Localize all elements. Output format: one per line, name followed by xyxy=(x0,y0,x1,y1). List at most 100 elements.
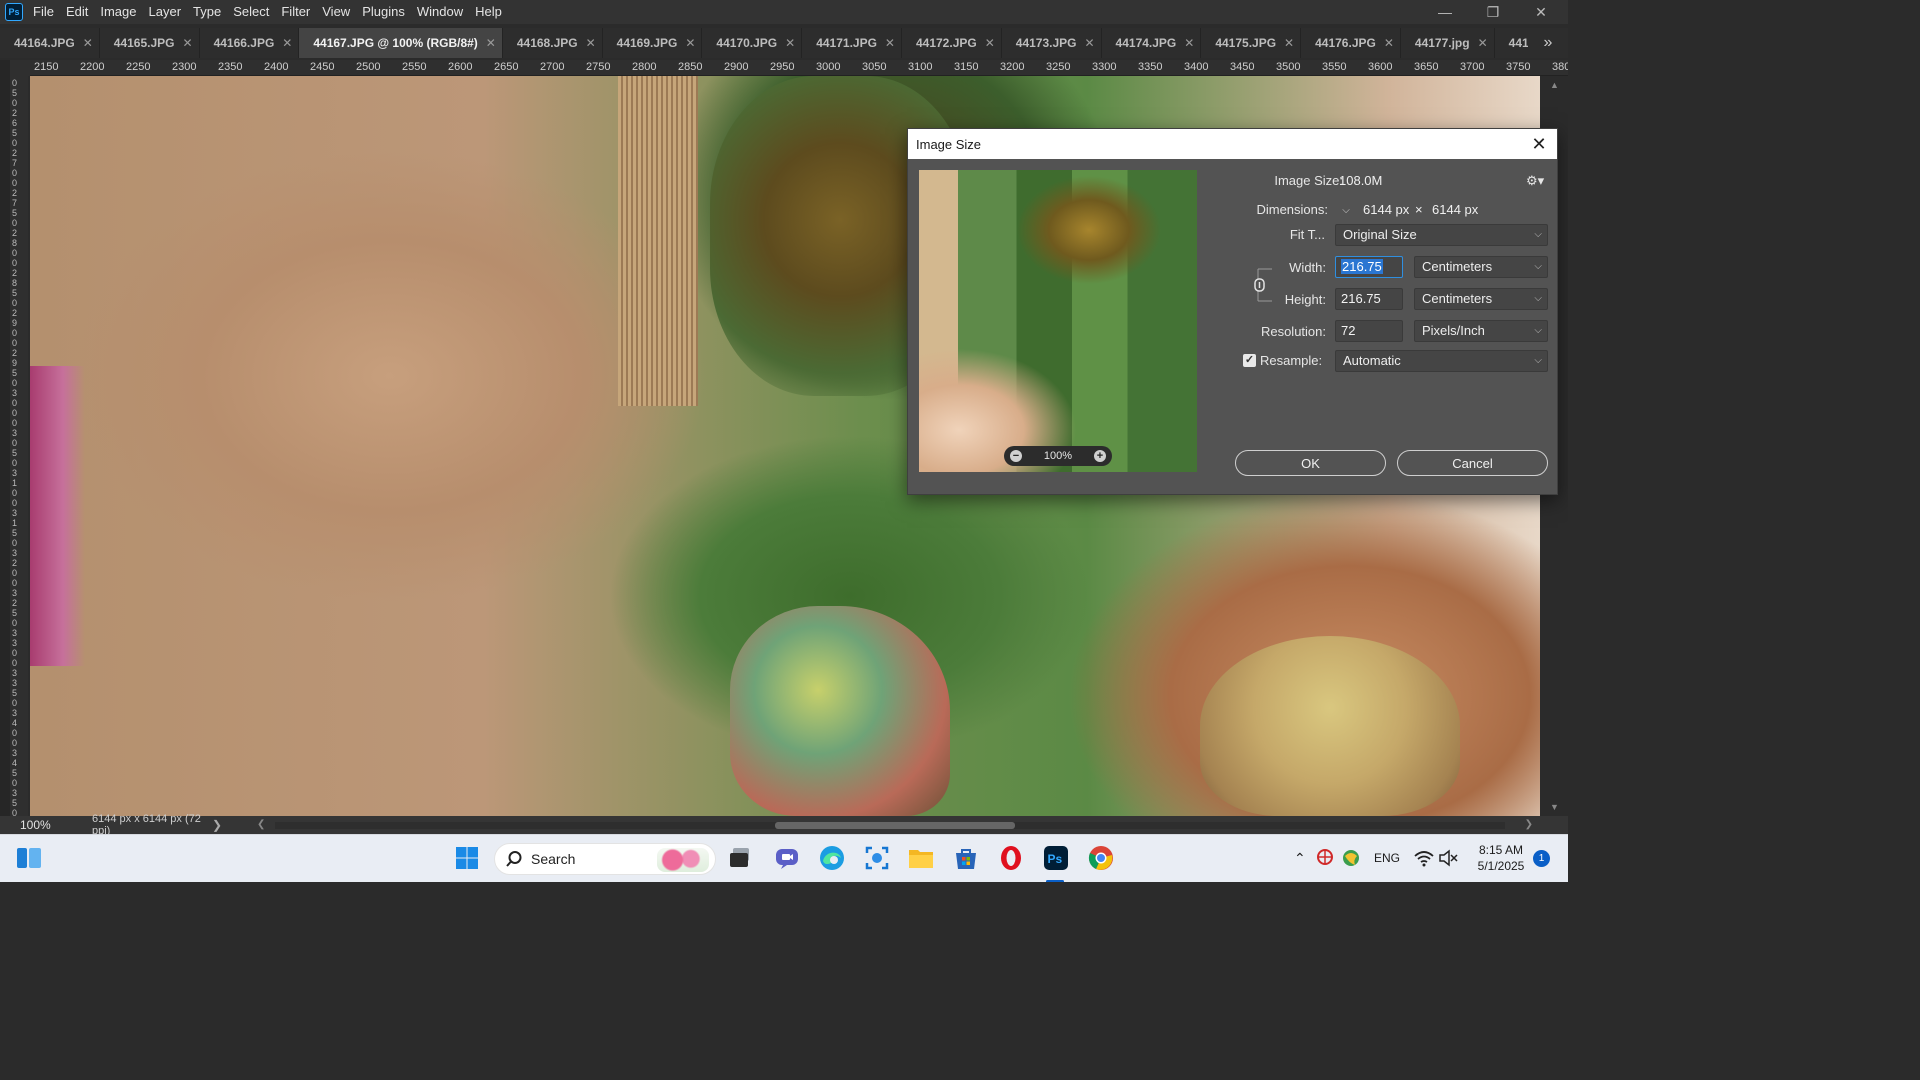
file-explorer-icon[interactable] xyxy=(908,845,934,871)
document-tab[interactable]: 44167.JPG @ 100% (RGB/8#) ✕ xyxy=(299,28,503,58)
image-preview[interactable]: − 100% + xyxy=(919,170,1197,472)
document-tab[interactable]: 44172.JPG ✕ xyxy=(902,28,1002,58)
document-tab[interactable]: 44166.JPG ✕ xyxy=(200,28,300,58)
scroll-left-icon[interactable]: ❮ xyxy=(257,819,265,830)
document-tab[interactable]: 44173.JPG ✕ xyxy=(1002,28,1102,58)
ruler-tick-digit: 6 xyxy=(12,118,18,128)
start-windows-icon[interactable] xyxy=(454,845,480,871)
menu-type[interactable]: Type xyxy=(191,0,229,24)
width-input[interactable]: 216.75 xyxy=(1335,256,1403,278)
notification-badge[interactable]: 1 xyxy=(1533,850,1550,867)
vpn-globe-icon[interactable] xyxy=(1316,848,1334,866)
tab-close-icon[interactable]: ✕ xyxy=(885,36,895,50)
input-language-indicator[interactable]: ENG xyxy=(1374,851,1400,865)
show-hidden-icons-icon[interactable]: ⌃ xyxy=(1294,850,1306,867)
tab-close-icon[interactable]: ✕ xyxy=(83,36,93,50)
ruler-tick-label: 2400 xyxy=(264,61,289,73)
resample-checkbox[interactable]: ✓ xyxy=(1243,354,1256,367)
ruler-tick-label: 2650 xyxy=(494,61,519,73)
document-tab[interactable]: 44168.JPG ✕ xyxy=(503,28,603,58)
dialog-titlebar[interactable]: Image Size ✕ xyxy=(908,129,1557,159)
settings-gear-icon[interactable]: ⚙▾ xyxy=(1526,173,1544,189)
menu-view[interactable]: View xyxy=(320,0,358,24)
photoshop-taskbar-icon[interactable]: Ps xyxy=(1043,845,1069,871)
horizontal-scroll-thumb[interactable] xyxy=(775,822,1015,829)
document-tab[interactable]: 44170.JPG ✕ xyxy=(702,28,803,58)
tab-close-icon[interactable]: ✕ xyxy=(282,36,292,50)
horizontal-ruler[interactable]: 2150 2200 2250 2300 2350 2400 2450 2500 2550 2600… xyxy=(30,60,1568,76)
volume-muted-icon[interactable] xyxy=(1438,849,1458,867)
menu-plugins[interactable]: Plugins xyxy=(360,0,413,24)
chrome-browser-icon[interactable] xyxy=(1088,845,1114,871)
zoom-level-field[interactable]: 100% xyxy=(0,818,62,832)
ruler-tick-label: 2350 xyxy=(218,61,243,73)
document-tab[interactable]: 44174.JPG ✕ xyxy=(1102,28,1202,58)
menu-image[interactable]: Image xyxy=(98,0,144,24)
resolution-unit-select[interactable]: Pixels/Inch ⌵ xyxy=(1414,320,1548,342)
zoom-in-icon[interactable]: + xyxy=(1093,450,1106,462)
vertical-ruler[interactable]: 0502650270027502800285029002950300030503… xyxy=(10,76,28,816)
edge-browser-icon[interactable] xyxy=(819,845,845,871)
task-view-icon[interactable] xyxy=(727,845,753,871)
zoom-out-icon[interactable]: − xyxy=(1010,450,1022,462)
menu-window[interactable]: Window xyxy=(415,0,471,24)
height-unit-select[interactable]: Centimeters ⌵ xyxy=(1414,288,1548,310)
tab-close-icon[interactable]: ✕ xyxy=(586,36,596,50)
scroll-down-icon[interactable]: ▼ xyxy=(1550,802,1559,812)
resample-select[interactable]: Automatic ⌵ xyxy=(1335,350,1548,372)
ruler-origin[interactable] xyxy=(10,60,30,76)
ruler-tick-digit: 3 xyxy=(12,638,18,648)
photoshop-logo-icon[interactable]: Ps xyxy=(5,3,23,21)
tab-close-icon[interactable]: ✕ xyxy=(486,36,496,50)
cancel-button[interactable]: Cancel xyxy=(1397,450,1548,476)
widgets-icon[interactable] xyxy=(16,845,42,871)
restore-button[interactable]: ❐ xyxy=(1470,0,1516,24)
resolution-input[interactable]: 72 xyxy=(1335,320,1403,342)
taskbar-clock[interactable]: 8:15 AM 5/1/2025 xyxy=(1472,842,1530,874)
tab-close-icon[interactable]: ✕ xyxy=(785,36,795,50)
scroll-up-icon[interactable]: ▲ xyxy=(1550,80,1559,90)
menu-file[interactable]: File xyxy=(31,0,62,24)
copilot-lens-icon[interactable] xyxy=(864,845,890,871)
taskbar-search-box[interactable]: Search xyxy=(494,843,716,875)
tab-close-icon[interactable]: ✕ xyxy=(1184,36,1194,50)
microsoft-store-icon[interactable] xyxy=(953,845,979,871)
width-label: Width: xyxy=(1289,260,1326,275)
menu-select[interactable]: Select xyxy=(231,0,277,24)
dialog-close-icon[interactable]: ✕ xyxy=(1529,134,1549,155)
tab-close-icon[interactable]: ✕ xyxy=(183,36,193,50)
document-tab[interactable]: 44164.JPG ✕ xyxy=(0,28,100,58)
tab-close-icon[interactable]: ✕ xyxy=(1284,36,1294,50)
horizontal-scrollbar[interactable]: ❮ ❯ xyxy=(255,819,1535,831)
status-menu-arrow-icon[interactable]: ❯ xyxy=(212,818,234,832)
teams-meet-icon[interactable] xyxy=(774,845,800,871)
scroll-right-icon[interactable]: ❯ xyxy=(1525,819,1533,830)
minimize-button[interactable]: — xyxy=(1422,0,1468,24)
document-tab[interactable]: 44169.JPG ✕ xyxy=(603,28,703,58)
width-unit-select[interactable]: Centimeters ⌵ xyxy=(1414,256,1548,278)
network-globe-icon[interactable] xyxy=(1341,848,1361,868)
tab-close-icon[interactable]: ✕ xyxy=(685,36,695,50)
document-tab[interactable]: 44171.JPG ✕ xyxy=(802,28,902,58)
tab-close-icon[interactable]: ✕ xyxy=(1384,36,1394,50)
document-tab[interactable]: 44175.JPG ✕ xyxy=(1201,28,1302,58)
tab-close-icon[interactable]: ✕ xyxy=(985,36,995,50)
tab-overflow-icon[interactable]: » xyxy=(1528,28,1568,58)
menu-edit[interactable]: Edit xyxy=(64,0,96,24)
height-input[interactable]: 216.75 xyxy=(1335,288,1403,310)
tab-close-icon[interactable]: ✕ xyxy=(1084,36,1094,50)
close-window-button[interactable]: ✕ xyxy=(1518,0,1564,24)
document-tab[interactable]: 44165.JPG ✕ xyxy=(100,28,200,58)
opera-browser-icon[interactable] xyxy=(998,845,1024,871)
menu-layer[interactable]: Layer xyxy=(147,0,190,24)
fit-to-label: Fit T... xyxy=(1289,227,1325,242)
fit-to-select[interactable]: Original Size ⌵ xyxy=(1335,224,1548,246)
ok-button[interactable]: OK xyxy=(1235,450,1386,476)
dimensions-dropdown-icon[interactable]: ⌵ xyxy=(1339,204,1353,218)
wifi-icon[interactable] xyxy=(1413,849,1435,867)
tab-close-icon[interactable]: ✕ xyxy=(1478,36,1488,50)
menu-filter[interactable]: Filter xyxy=(279,0,318,24)
document-tab[interactable]: 44176.JPG ✕ xyxy=(1301,28,1401,58)
menu-help[interactable]: Help xyxy=(473,0,510,24)
document-tab[interactable]: 44177.jpg ✕ xyxy=(1401,28,1495,58)
